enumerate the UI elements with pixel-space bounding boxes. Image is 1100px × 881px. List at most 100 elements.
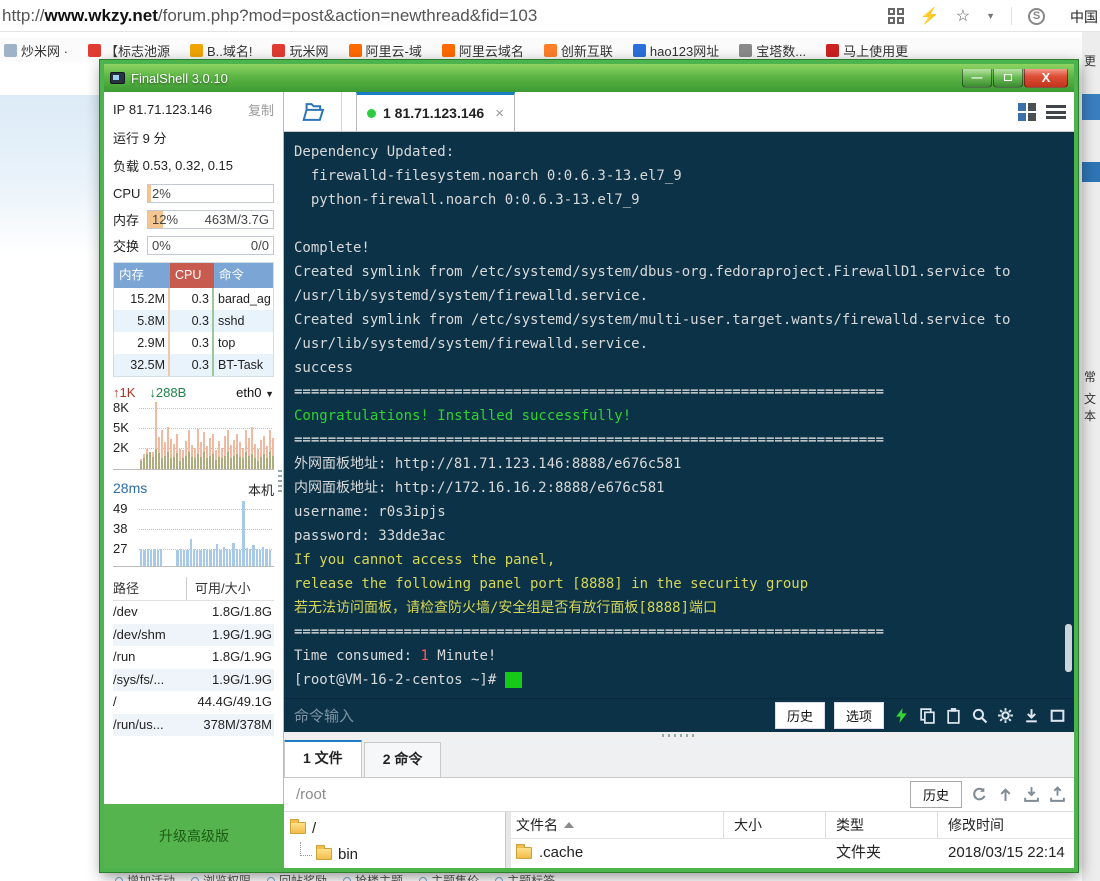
terminal-line: 外网面板地址: http://81.71.123.146:8888/e676c5… xyxy=(294,452,1074,476)
bookmark-item[interactable]: 【标志池源 xyxy=(88,41,170,60)
layout-grid-icon[interactable] xyxy=(1018,103,1036,121)
terminal-output[interactable]: Dependency Updated: firewalld-filesystem… xyxy=(284,132,1074,698)
browser-menu-text[interactable]: 中国 xyxy=(1070,7,1098,27)
forum-option-link[interactable]: 抢楼主题 xyxy=(343,872,403,881)
menu-icon[interactable] xyxy=(1046,105,1066,119)
upload-tray-icon[interactable] xyxy=(1049,786,1066,803)
process-col-cmd[interactable]: 命令 xyxy=(214,263,273,288)
bookmark-item[interactable]: 宝塔数... xyxy=(739,41,806,60)
forum-option-link[interactable]: 主题售价 xyxy=(419,872,479,881)
bottom-tab-commands[interactable]: 2 命令 xyxy=(364,742,442,777)
sogou-logo-icon[interactable]: S xyxy=(1028,8,1045,25)
terminal-text: Minute! xyxy=(429,648,496,664)
copy-ip-button[interactable]: 复制 xyxy=(248,100,274,119)
net-down-bar xyxy=(155,449,157,469)
file-col-type[interactable]: 类型 xyxy=(826,812,938,838)
terminal-line: ========================================… xyxy=(294,380,1074,404)
bookmark-item[interactable]: 创新互联 xyxy=(544,41,613,60)
disk-row[interactable]: /dev/shm1.9G/1.9G xyxy=(113,624,274,647)
disk-row[interactable]: /run/us...378M/378M xyxy=(113,714,274,737)
file-col-mtime[interactable]: 修改时间 xyxy=(938,812,1074,838)
bookmark-item[interactable]: B..域名! xyxy=(190,41,253,60)
process-col-mem[interactable]: 内存 xyxy=(114,263,170,288)
disk-row[interactable]: /44.4G/49.1G xyxy=(113,691,274,714)
search-icon[interactable] xyxy=(971,707,988,724)
tree-item[interactable]: / xyxy=(284,815,505,841)
file-table[interactable]: 文件名 大小 类型 修改时间 .cache文件夹2018/03/15 22:14 xyxy=(506,812,1074,868)
process-row[interactable]: 5.8M0.3sshd xyxy=(114,310,273,332)
lightning-icon[interactable]: ⚡ xyxy=(920,6,940,26)
ping-bar xyxy=(157,550,159,566)
copy-icon[interactable] xyxy=(919,707,936,724)
bookmark-label: 宝塔数... xyxy=(756,41,806,60)
forum-option-link[interactable]: 主题标签 xyxy=(495,872,555,881)
browser-url-bar[interactable]: http://www.wkzy.net/forum.php?mod=post&a… xyxy=(0,0,1100,32)
disk-table[interactable]: 路径 可用/大小 /dev1.8G/1.8G/dev/shm1.9G/1.9G/… xyxy=(113,577,274,736)
bookmark-item[interactable]: 阿里云-域 xyxy=(349,41,422,60)
forum-option-link[interactable]: 回帖奖励 xyxy=(267,872,327,881)
star-icon[interactable]: ☆ xyxy=(956,6,970,26)
disk-col-size[interactable]: 可用/大小 xyxy=(187,577,274,600)
bookmark-item[interactable]: 马上使用更 xyxy=(826,41,908,60)
command-input-bar[interactable]: 命令输入 历史 选项 xyxy=(284,698,1074,732)
qr-code-icon[interactable] xyxy=(888,8,904,24)
close-tab-icon[interactable]: × xyxy=(495,105,504,122)
bottom-tab-files[interactable]: 1 文件 xyxy=(284,739,362,777)
lightning-icon[interactable] xyxy=(893,707,910,724)
url-text[interactable]: http://www.wkzy.net/forum.php?mod=post&a… xyxy=(0,6,537,26)
bookmark-item[interactable]: 玩米网 xyxy=(272,41,328,60)
file-col-name[interactable]: 文件名 xyxy=(506,812,724,838)
disk-row[interactable]: /run1.8G/1.9G xyxy=(113,646,274,669)
paste-icon[interactable] xyxy=(945,707,962,724)
command-input[interactable]: 命令输入 xyxy=(294,705,354,726)
download-tray-icon[interactable] xyxy=(1023,786,1040,803)
panel-resize-handle[interactable] xyxy=(284,732,1074,740)
dropdown-icon[interactable]: ▼ xyxy=(986,11,995,21)
terminal-line: 若无法访问面板，请检查防火墙/安全组是否有放行面板[8888]端口 xyxy=(294,596,1074,620)
bookmark-item[interactable]: 炒米网 · xyxy=(4,41,68,60)
ping-host-dropdown[interactable]: 本机 xyxy=(248,480,274,499)
interface-dropdown[interactable]: eth0 ▼ xyxy=(236,385,274,400)
window-titlebar[interactable]: FinalShell 3.0.10 — X xyxy=(104,64,1074,92)
sidebar-splitter-handle[interactable] xyxy=(278,470,282,492)
process-row[interactable]: 15.2M0.3barad_ag xyxy=(114,288,273,310)
bookmark-item[interactable]: 阿里云域名 xyxy=(442,41,524,60)
forum-option-link[interactable]: 增加活动 xyxy=(115,872,175,881)
disk-row[interactable]: /sys/fs/...1.9G/1.9G xyxy=(113,669,274,692)
tree-scrollbar[interactable] xyxy=(506,812,511,868)
forum-option-links: 增加活动 浏览权限 回帖奖励 抢楼主题 主题售价 主题标签 xyxy=(115,872,555,881)
forum-option-link[interactable]: 浏览权限 xyxy=(191,872,251,881)
path-history-button[interactable]: 历史 xyxy=(910,781,962,808)
net-down-bar xyxy=(209,456,211,469)
refresh-icon[interactable] xyxy=(971,786,988,803)
bookmark-item[interactable]: hao123网址 xyxy=(633,41,719,60)
session-tab[interactable]: 1 81.71.123.146 × xyxy=(356,92,515,131)
process-row[interactable]: 32.5M0.3BT-Task xyxy=(114,354,273,376)
ping-bar xyxy=(236,549,238,566)
tree-item[interactable]: bin xyxy=(284,841,505,867)
terminal-text: Congratulations! Installed successfully! xyxy=(294,408,631,424)
directory-tree[interactable]: /bin xyxy=(284,812,506,868)
bookmark-favicon-icon xyxy=(633,44,646,57)
process-col-cpu[interactable]: CPU xyxy=(170,263,214,288)
path-input[interactable]: /root xyxy=(296,786,326,803)
process-table[interactable]: 内存 CPU 命令 15.2M0.3barad_ag5.8M0.3sshd2.9… xyxy=(113,262,274,377)
gear-icon[interactable] xyxy=(997,707,1014,724)
open-connection-manager-button[interactable] xyxy=(284,92,342,131)
history-button[interactable]: 历史 xyxy=(775,702,825,729)
close-button[interactable]: X xyxy=(1024,69,1068,88)
upgrade-button[interactable]: 升级高级版 xyxy=(104,804,284,868)
minimize-button[interactable]: — xyxy=(962,69,992,88)
net-down-bar xyxy=(257,461,259,469)
maximize-button[interactable] xyxy=(993,69,1023,88)
window-icon[interactable] xyxy=(1049,707,1066,724)
up-icon[interactable] xyxy=(997,786,1014,803)
file-row[interactable]: .cache文件夹2018/03/15 22:14 xyxy=(506,839,1074,867)
file-col-size[interactable]: 大小 xyxy=(724,812,826,838)
disk-row[interactable]: /dev1.8G/1.8G xyxy=(113,601,274,624)
process-row[interactable]: 2.9M0.3top xyxy=(114,332,273,354)
options-button[interactable]: 选项 xyxy=(834,702,884,729)
download-icon[interactable] xyxy=(1023,707,1040,724)
disk-col-path[interactable]: 路径 xyxy=(113,577,187,600)
terminal-scrollbar[interactable] xyxy=(1065,624,1072,672)
